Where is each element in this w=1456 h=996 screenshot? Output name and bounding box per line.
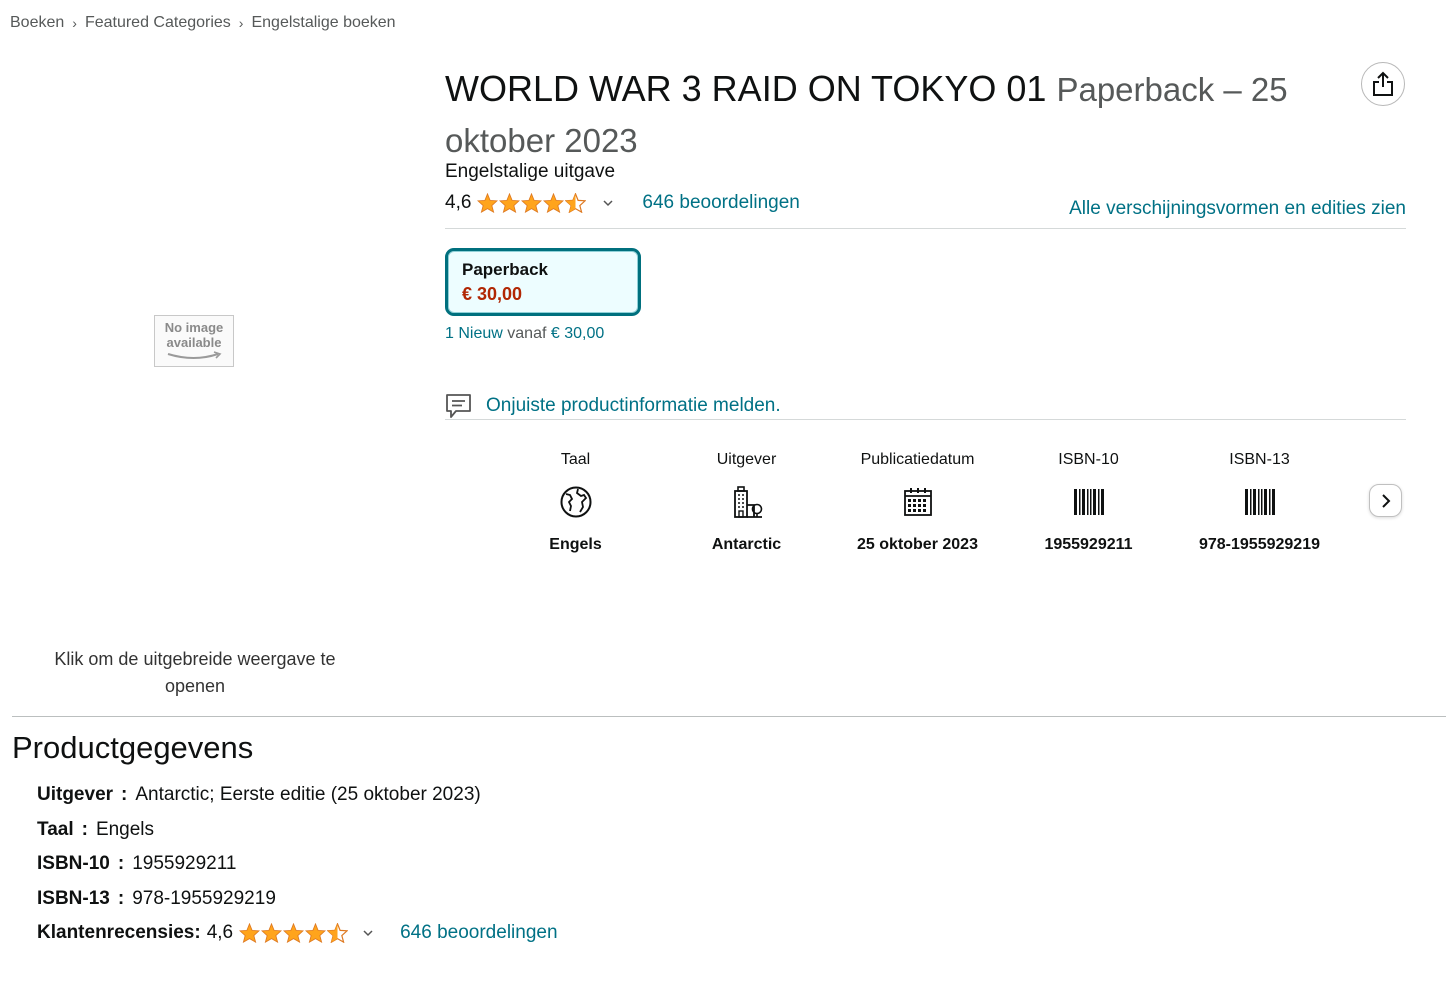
format-paperback-card[interactable]: Paperback € 30,00 [445, 248, 641, 316]
attribute-language: Taal Engels [490, 451, 661, 554]
format-price: € 30,00 [462, 284, 523, 304]
barcode-icon [1244, 489, 1275, 515]
product-image-placeholder[interactable]: No image available [154, 315, 234, 367]
star-rating[interactable] [477, 193, 587, 213]
edition-label: Engelstalige uitgave [445, 161, 616, 182]
star-half-icon [565, 193, 587, 213]
rating-value: 4,6 [445, 192, 472, 213]
breadcrumb: Boeken › Featured Categories › Engelstal… [10, 14, 396, 32]
detail-row-language: Taal: Engels [37, 818, 155, 840]
star-full-icon [261, 923, 283, 944]
attribute-carousel: Taal Engels Uitgever Antarctic Publicati… [490, 451, 1345, 554]
detail-row-isbn10: ISBN-10: 1955929211 [37, 853, 237, 875]
detail-row-publisher: Uitgever: Antarctic; Eerste editie (25 o… [37, 784, 481, 806]
offers-line: 1 Nieuw vanaf € 30,00 [445, 325, 604, 343]
calendar-icon [903, 488, 932, 516]
attribute-value: Antarctic [711, 536, 782, 553]
star-full-icon [543, 193, 565, 213]
product-details-list: Uitgever: Antarctic; Eerste editie (25 o… [37, 778, 558, 951]
attribute-value: 978-1955929219 [1198, 536, 1320, 553]
detail-value: Engels [95, 818, 155, 840]
attribute-value: 1955929211 [1044, 536, 1133, 553]
star-full-icon [239, 923, 261, 944]
offers-price-link[interactable]: € 30,00 [551, 325, 604, 342]
breadcrumb-separator: › [72, 15, 77, 31]
detail-key: Taal [37, 818, 74, 840]
detail-row-isbn13: ISBN-13: 978-1955929219 [37, 887, 276, 909]
globe-icon [560, 486, 591, 518]
image-caption[interactable]: Klik om de uitgebreide weergave te opene… [30, 646, 360, 700]
attribute-isbn13: ISBN-13 978-1955929219 [1174, 451, 1345, 554]
detail-key: Klantenrecensies: [37, 922, 201, 944]
product-title: WORLD WAR 3 RAID ON TOKYO 01 Paperback –… [445, 64, 1325, 166]
breadcrumb-boeken[interactable]: Boeken [10, 14, 64, 32]
share-button[interactable] [1361, 62, 1405, 106]
attribute-publisher: Uitgever Antarctic [661, 451, 832, 554]
star-full-icon [283, 923, 305, 944]
format-name: Paperback [462, 260, 548, 279]
star-full-icon [477, 193, 499, 213]
detail-value: 1955929211 [132, 853, 237, 875]
reviews-dropdown-button[interactable] [362, 929, 374, 937]
attribute-value: Engels [549, 536, 602, 553]
detail-key: ISBN-13 [37, 887, 110, 909]
star-full-icon [499, 193, 521, 213]
rating-row: 4,6 646 beoordelingen [445, 192, 800, 214]
detail-key: ISBN-10 [37, 853, 110, 875]
chevron-down-icon [603, 200, 613, 207]
section-divider [12, 716, 1446, 717]
all-formats-link[interactable]: Alle verschijningsvormen en edities zien [1069, 198, 1406, 220]
smile-arrow-icon [167, 351, 222, 359]
carousel-next-button[interactable] [1369, 484, 1402, 517]
star-full-icon [305, 923, 327, 944]
breadcrumb-engelstalige-boeken[interactable]: Engelstalige boeken [251, 14, 395, 32]
attribute-label: ISBN-13 [1229, 451, 1290, 468]
breadcrumb-featured-categories[interactable]: Featured Categories [85, 14, 231, 32]
no-image-text-line2: available [166, 335, 222, 350]
reviews-star-rating[interactable] [239, 923, 349, 944]
product-details-title: Productgegevens [12, 730, 254, 765]
attribute-label: Taal [560, 451, 591, 468]
attribute-label: ISBN-10 [1058, 451, 1119, 468]
breadcrumb-separator: › [238, 15, 244, 31]
feedback-comment-icon [446, 394, 471, 418]
ratings-count-link[interactable]: 646 beoordelingen [642, 192, 799, 214]
offers-from-label: vanaf [507, 325, 547, 342]
report-product-info-link[interactable]: Onjuiste productinformatie melden. [486, 395, 781, 417]
reviews-rating-value: 4,6 [206, 922, 234, 944]
attribute-publication-date: Publicatiedatum 25 oktober 2023 [832, 451, 1003, 554]
star-half-icon [327, 923, 349, 944]
new-offers-link[interactable]: 1 Nieuw [445, 325, 503, 342]
rating-dropdown-button[interactable] [602, 199, 614, 207]
report-row[interactable]: Onjuiste productinformatie melden. [445, 393, 781, 419]
chevron-down-icon [363, 930, 373, 937]
product-title-main: WORLD WAR 3 RAID ON TOKYO 01 [445, 68, 1047, 109]
detail-value: Antarctic; Eerste editie (25 oktober 202… [135, 784, 481, 806]
title-divider [445, 228, 1406, 229]
detail-row-reviews: Klantenrecensies: 4,6 646 beoordelingen [37, 916, 558, 951]
share-icon [1373, 71, 1393, 96]
reviews-count-link[interactable]: 646 beoordelingen [400, 922, 557, 944]
detail-key: Uitgever [37, 784, 114, 806]
building-icon [733, 486, 762, 518]
attribute-label: Uitgever [716, 451, 777, 468]
attribute-label: Publicatiedatum [860, 451, 975, 468]
barcode-icon [1073, 489, 1104, 515]
chevron-right-icon [1381, 493, 1390, 508]
no-image-text-line1: No image [164, 320, 224, 335]
attribute-value: 25 oktober 2023 [857, 536, 978, 553]
star-full-icon [521, 193, 543, 213]
detail-value: 978-1955929219 [132, 887, 276, 909]
report-divider [445, 419, 1406, 420]
attribute-isbn10: ISBN-10 1955929211 [1003, 451, 1174, 554]
